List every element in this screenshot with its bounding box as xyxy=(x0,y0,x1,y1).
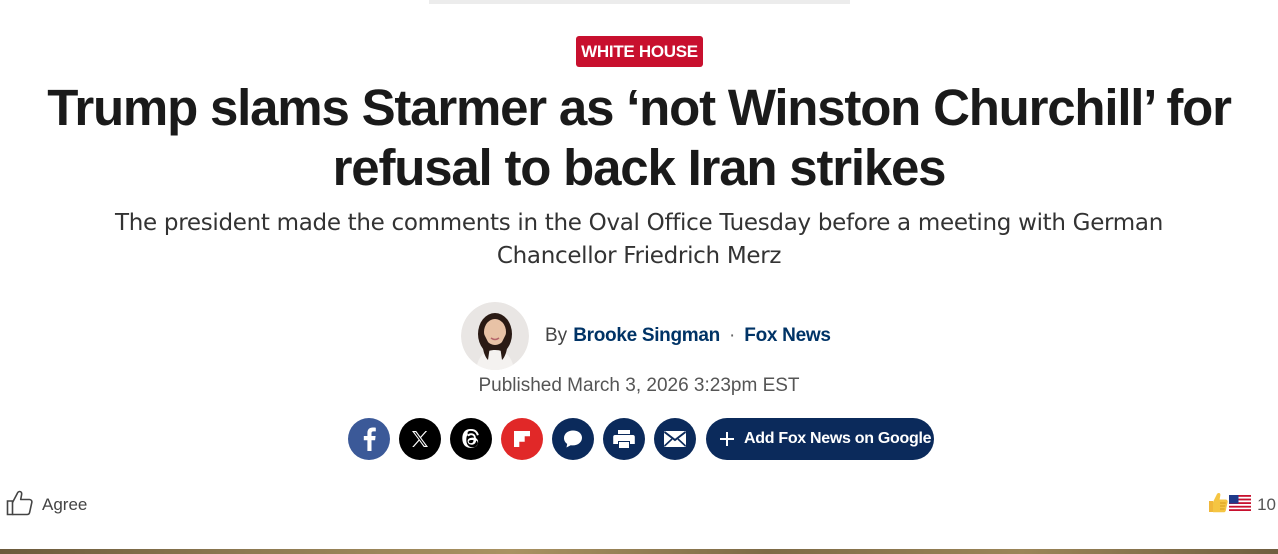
author-link[interactable]: Brooke Singman xyxy=(573,325,720,347)
threads-icon xyxy=(460,428,482,450)
byline: By Brooke Singman · Fox News xyxy=(461,302,831,370)
author-avatar[interactable] xyxy=(461,302,529,370)
agree-label: Agree xyxy=(42,495,88,514)
thumbs-up-emoji-icon xyxy=(1207,492,1229,519)
share-threads-button[interactable] xyxy=(450,417,492,460)
comment-bubble-icon xyxy=(562,428,584,450)
byline-prefix: By xyxy=(545,325,568,346)
agree-reaction-button[interactable]: Agree xyxy=(6,490,88,521)
share-facebook-button[interactable] xyxy=(348,417,390,460)
share-flipboard-button[interactable] xyxy=(501,417,543,460)
us-flag-icon xyxy=(1229,494,1252,516)
thumbs-up-outline-icon xyxy=(6,490,34,521)
top-divider xyxy=(429,0,850,4)
comments-button[interactable] xyxy=(552,417,594,460)
email-share-button[interactable] xyxy=(654,417,696,460)
plus-icon xyxy=(720,431,734,446)
x-icon xyxy=(410,429,430,449)
reaction-count: 10 xyxy=(1257,495,1276,514)
envelope-icon xyxy=(663,430,687,448)
add-google-label: Add Fox News on Google xyxy=(744,429,932,447)
flipboard-icon xyxy=(512,429,532,449)
add-fox-news-on-google-button[interactable]: Add Fox News on Google xyxy=(706,417,934,460)
byline-separator: · xyxy=(728,325,736,346)
article-subheadline: The president made the comments in the O… xyxy=(115,210,1163,269)
source-link[interactable]: Fox News xyxy=(744,325,831,347)
reaction-emojis xyxy=(1207,492,1252,519)
published-date: Published March 3, 2026 3:23pm EST xyxy=(478,375,800,396)
article-hero-image-edge xyxy=(0,549,1278,554)
share-x-button[interactable] xyxy=(399,417,441,460)
facebook-icon xyxy=(359,427,379,451)
share-toolbar: Add Fox News on Google xyxy=(348,417,934,460)
article-headline: Trump slams Starmer as ‘not Winston Chur… xyxy=(47,79,1232,196)
printer-icon xyxy=(612,428,636,450)
article-page: WHITE HOUSE Trump slams Starmer as ‘not … xyxy=(0,0,1278,554)
category-badge[interactable]: WHITE HOUSE xyxy=(576,36,703,67)
reaction-summary[interactable]: 10 xyxy=(1207,492,1276,519)
print-button[interactable] xyxy=(603,417,645,460)
